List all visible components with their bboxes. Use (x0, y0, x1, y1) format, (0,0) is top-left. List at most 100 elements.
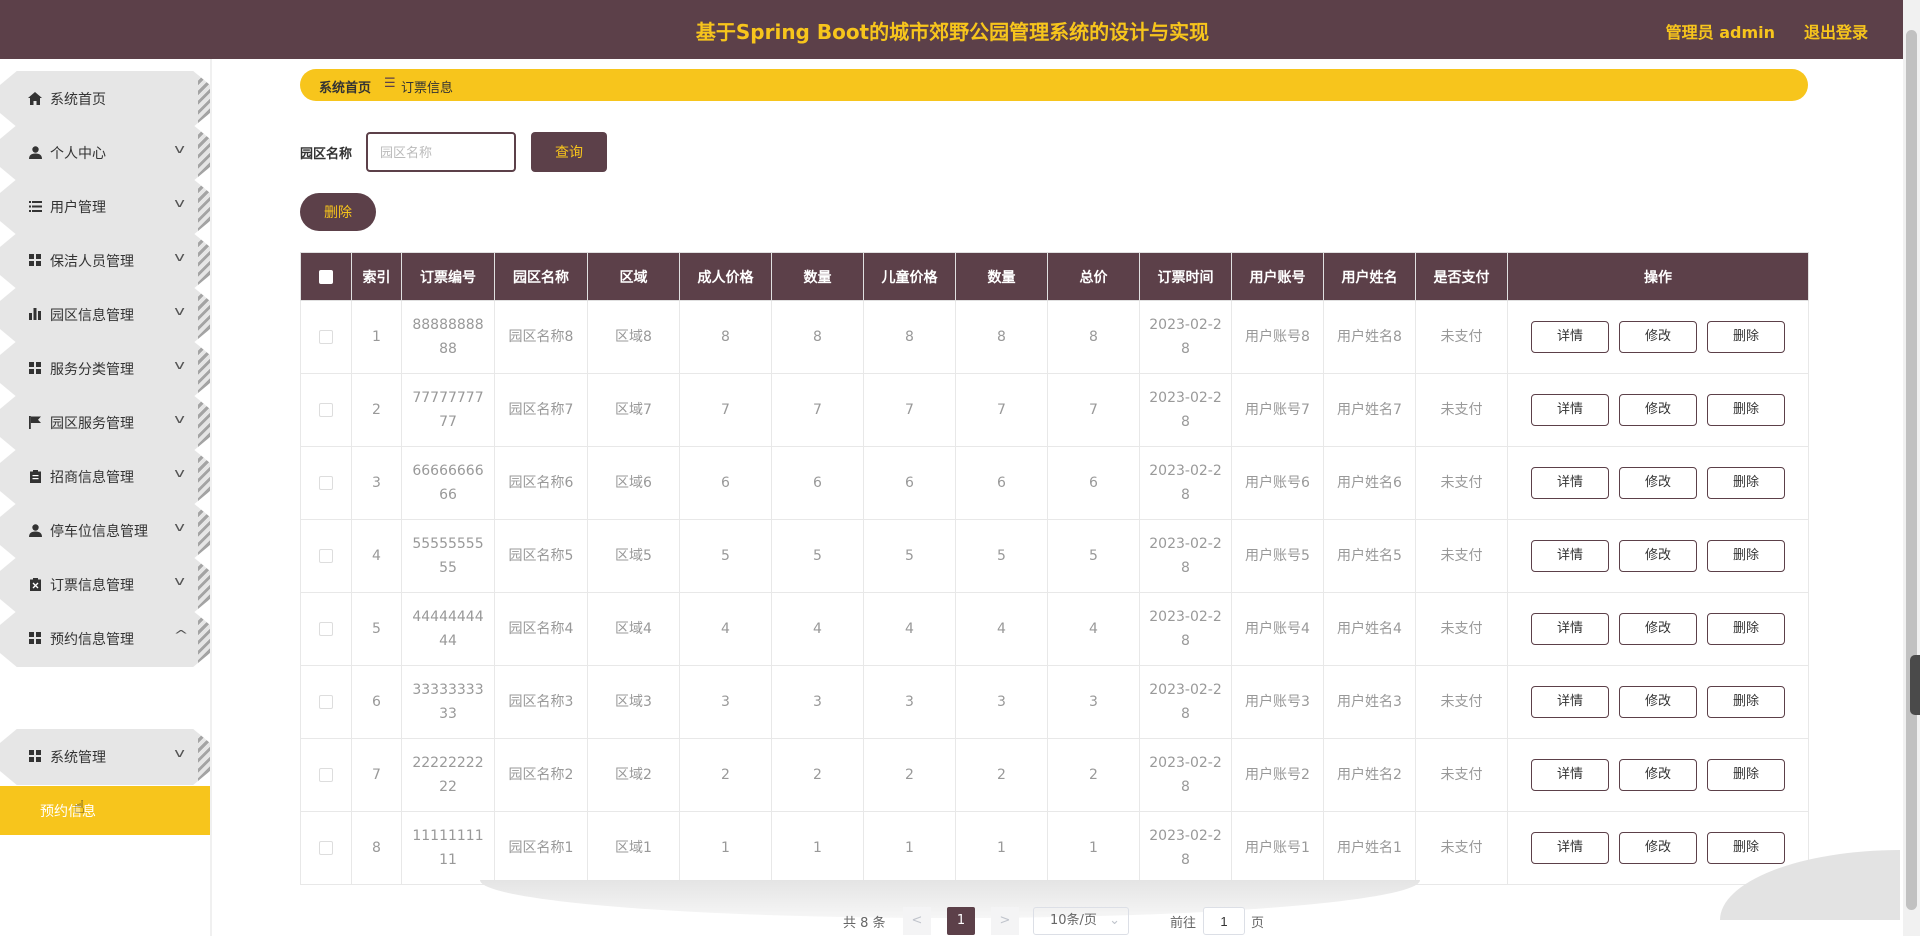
row-checkbox[interactable] (319, 549, 333, 563)
table-cell: 1 (351, 300, 402, 374)
home-icon (27, 90, 43, 106)
row-checkbox[interactable] (319, 476, 333, 490)
sidebar-item[interactable]: 用户管理 v (0, 179, 210, 235)
column-header: 订票时间 (1139, 252, 1232, 301)
row-select-cell (300, 446, 352, 520)
sidebar-item[interactable]: 系统首页 (0, 71, 210, 127)
delete-button[interactable]: 删除 (1707, 613, 1785, 645)
list-icon (27, 198, 43, 214)
sidebar-item-label: 系统首页 (50, 92, 106, 108)
table-cell: 3 (955, 665, 1048, 739)
detail-button[interactable]: 详情 (1531, 467, 1609, 499)
page-size-value: 10条/页 (1050, 913, 1097, 928)
table-cell: 2 (863, 738, 956, 812)
pagination-page-1[interactable]: 1 (947, 907, 975, 935)
sidebar-subitem-reservations[interactable]: 预约信息 (0, 786, 210, 835)
table-cell: 用户账号1 (1231, 811, 1324, 885)
page-scrollbar[interactable] (1903, 0, 1920, 936)
row-checkbox[interactable] (319, 403, 333, 417)
query-button[interactable]: 查询 (531, 132, 607, 172)
chevron-down-icon: v (174, 142, 185, 156)
detail-button[interactable]: 详情 (1531, 686, 1609, 718)
edit-button[interactable]: 修改 (1619, 686, 1697, 718)
delete-button[interactable]: 删除 (1707, 540, 1785, 572)
table-cell: 园区名称2 (494, 738, 588, 812)
bulk-delete-button[interactable]: 删除 (300, 193, 376, 231)
edit-button[interactable]: 修改 (1619, 394, 1697, 426)
row-checkbox[interactable] (319, 841, 333, 855)
goto-page-input[interactable] (1203, 907, 1245, 935)
table-cell: 6 (679, 446, 772, 520)
sidebar-item[interactable]: 园区服务管理 v (0, 395, 210, 451)
sidebar-item[interactable]: 预约信息管理 ^ (0, 611, 210, 667)
sidebar-item[interactable]: 订票信息管理 v (0, 557, 210, 613)
sidebar-item[interactable]: 保洁人员管理 v (0, 233, 210, 289)
row-actions-cell: 详情 修改 删除 (1507, 665, 1809, 739)
delete-button[interactable]: 删除 (1707, 321, 1785, 353)
row-checkbox[interactable] (319, 622, 333, 636)
sidebar-item[interactable]: 园区信息管理 v (0, 287, 210, 343)
edit-button[interactable]: 修改 (1619, 613, 1697, 645)
delete-button[interactable]: 删除 (1707, 832, 1785, 864)
row-checkbox[interactable] (319, 768, 333, 782)
detail-button[interactable]: 详情 (1531, 394, 1609, 426)
row-checkbox[interactable] (319, 330, 333, 344)
edit-button[interactable]: 修改 (1619, 321, 1697, 353)
column-header: 订票编号 (401, 252, 495, 301)
pagination-prev-button[interactable]: < (903, 907, 931, 935)
edit-button[interactable]: 修改 (1619, 759, 1697, 791)
select-all-checkbox[interactable] (319, 269, 333, 284)
detail-button[interactable]: 详情 (1531, 613, 1609, 645)
row-select-cell (300, 592, 352, 666)
detail-button[interactable]: 详情 (1531, 832, 1609, 864)
logout-link[interactable]: 退出登录 (1804, 19, 1868, 43)
pagination-next-button[interactable]: > (991, 907, 1019, 935)
table-cell: 3 (771, 665, 864, 739)
delete-button[interactable]: 删除 (1707, 467, 1785, 499)
detail-button[interactable]: 详情 (1531, 321, 1609, 353)
table-cell: 区域7 (587, 373, 680, 447)
table-cell: 7 (679, 373, 772, 447)
table-cell: 区域5 (587, 519, 680, 593)
chevron-down-icon: v (174, 250, 185, 264)
column-header: 数量 (771, 252, 864, 301)
edit-button[interactable]: 修改 (1619, 540, 1697, 572)
table-cell: 2023-02-28 (1139, 592, 1232, 666)
search-input[interactable] (366, 132, 516, 172)
sidebar-item[interactable]: 停车位信息管理 v (0, 503, 210, 559)
scrollbar-thumb[interactable] (1906, 30, 1917, 910)
app-title: 基于Spring Boot的城市郊野公园管理系统的设计与实现 (695, 20, 1210, 44)
edit-button[interactable]: 修改 (1619, 467, 1697, 499)
delete-button[interactable]: 删除 (1707, 686, 1785, 718)
page-size-select[interactable]: 10条/页 ⌄ (1033, 907, 1129, 935)
edit-button[interactable]: 修改 (1619, 832, 1697, 864)
detail-button[interactable]: 详情 (1531, 540, 1609, 572)
table-cell: 用户账号5 (1231, 519, 1324, 593)
current-user: 管理员 admin (1665, 23, 1775, 42)
row-checkbox[interactable] (319, 695, 333, 709)
delete-button[interactable]: 删除 (1707, 759, 1785, 791)
table-cell: 2 (679, 738, 772, 812)
sidebar-item[interactable]: 系统管理 v (0, 729, 210, 785)
table-cell: 3333333333 (401, 665, 495, 739)
row-select-cell (300, 373, 352, 447)
table-cell: 8 (351, 811, 402, 885)
grid-icon (27, 360, 43, 376)
table-cell: 4444444444 (401, 592, 495, 666)
table-cell: 6 (1047, 446, 1140, 520)
chevron-down-icon: v (174, 520, 185, 534)
delete-button[interactable]: 删除 (1707, 394, 1785, 426)
sidebar-item[interactable]: 招商信息管理 v (0, 449, 210, 505)
table-cell: 3 (863, 665, 956, 739)
sidebar-item[interactable]: 个人中心 v (0, 125, 210, 181)
breadcrumb-home[interactable]: 系统首页 (319, 77, 371, 96)
sidebar-item[interactable]: 服务分类管理 v (0, 341, 210, 397)
row-actions-cell: 详情 修改 删除 (1507, 446, 1809, 520)
detail-button[interactable]: 详情 (1531, 759, 1609, 791)
row-actions-cell: 详情 修改 删除 (1507, 738, 1809, 812)
sidebar-item-label: 订票信息管理 (50, 578, 134, 594)
side-tab-handle[interactable] (1910, 655, 1920, 715)
table-cell: 未支付 (1415, 665, 1508, 739)
pagination-total: 共 8 条 (843, 916, 886, 931)
table-cell: 7 (1047, 373, 1140, 447)
